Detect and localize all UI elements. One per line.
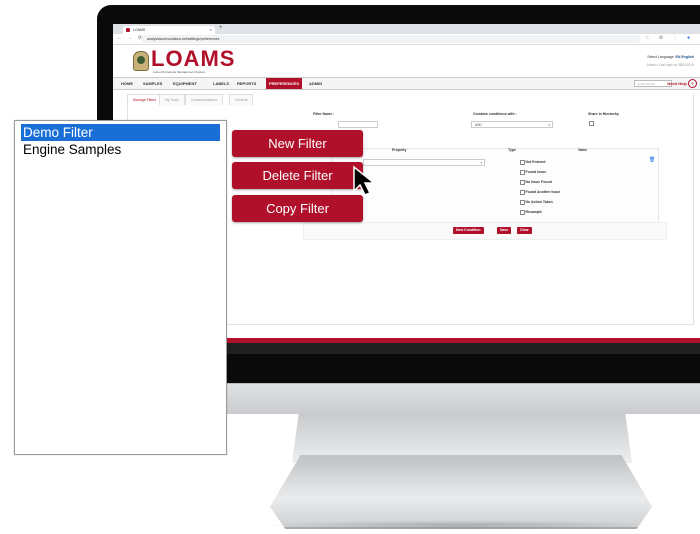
column-type: Type [508,148,516,152]
nav-samples[interactable]: SAMPLES [143,78,162,89]
type-option[interactable]: Found Another Issue [520,190,561,195]
chevron-down-icon: ▾ [480,161,482,165]
language-label: Select Language: [647,55,675,59]
save-button[interactable]: Save [497,227,512,234]
type-option[interactable]: Not Entered [520,160,546,165]
nav-home[interactable]: HOME [121,78,133,89]
type-option[interactable]: No Action Taken [520,200,553,205]
main-navbar: HOME SAMPLES EQUIPMENT LABELS REPORTS PR… [113,77,700,90]
address-bar[interactable]: analysisloomsolutions.net/settings/prefe… [141,35,641,43]
filter-list-item[interactable]: Demo Filter [21,124,220,141]
stand-shadow [260,520,660,530]
clear-button[interactable]: Clear [517,227,532,234]
column-value: Value [578,148,588,152]
toolbar-icons[interactable]: ☆ ⚙ ⋮ ● [645,35,694,41]
tab-general[interactable]: General [229,94,254,105]
share-label: Share in Hierarchy [588,112,619,116]
delete-filter-button[interactable]: Delete Filter [232,162,363,189]
nav-preferences[interactable]: PREFERENCES [266,78,303,89]
type-option[interactable]: Resample [520,210,543,215]
tab-my-tools[interactable]: My Tools [159,94,185,105]
type-option[interactable]: Found Issue [520,170,547,175]
mouse-cursor-icon [353,165,377,196]
combine-label: Combine conditions with : [473,112,517,116]
nav-equipment[interactable]: EQUIPMENT [173,78,197,89]
new-filter-button[interactable]: New Filter [232,130,363,157]
copy-filter-button[interactable]: Copy Filter [232,195,363,222]
chevron-down-icon: ▾ [548,123,550,127]
language-value[interactable]: EN English [676,55,694,59]
column-property: Property [392,148,407,152]
need-help-link[interactable]: Need Help ? [667,79,697,89]
need-help-label: Need Help [667,81,687,86]
browser-toolbar: ← → ⟳ analysisloomsolutions.net/settings… [113,34,700,45]
tab-communications[interactable]: Communications [185,94,224,105]
app-header: LOAMS Lube-Oil Analysis Management Syste… [113,45,700,77]
logo-subtitle: Lube-Oil Analysis Management System [153,70,206,74]
nav-reports[interactable]: REPORTS [237,78,256,89]
condition-footer [303,222,667,240]
combine-value: AND [475,123,482,127]
filter-name-input[interactable] [338,121,378,128]
new-tab-button[interactable]: + [219,25,223,31]
favicon-icon [126,28,130,32]
help-icon: ? [688,79,697,89]
new-condition-button[interactable]: New Condition [453,227,484,234]
tab-title: LOAMS [133,28,146,32]
tab-manage-filters[interactable]: Manage Filters [127,94,163,105]
share-checkbox[interactable] [589,121,595,126]
filter-list-panel[interactable]: Demo Filter Engine Samples [14,120,227,455]
type-option[interactable]: No Issue Found [520,180,552,185]
language-selector[interactable]: Select Language: EN English [647,55,694,59]
browser-tabstrip: LOAMS × + [113,24,700,34]
nav-labels[interactable]: LABELS [213,78,229,89]
filter-list-item[interactable]: Engine Samples [21,141,220,158]
close-tab-icon[interactable]: × [210,26,212,34]
browser-tab[interactable]: LOAMS × [123,26,215,34]
quick-search-input[interactable]: Quick Search [634,80,672,87]
nav-buttons-icon[interactable]: ← → ⟳ [117,35,144,41]
delete-condition-icon[interactable]: 🗑 [649,157,655,163]
crest-logo-icon [133,51,149,71]
filter-name-label: Filter Name : [313,112,335,116]
user-line[interactable]: Admin ▾ Last login on 08/24/2019 [647,63,694,67]
monitor-stand [270,455,652,529]
combine-select[interactable]: AND ▾ [471,121,553,128]
nav-admin[interactable]: ADMIN [309,78,322,89]
logo-text: LOAMS [151,46,236,71]
